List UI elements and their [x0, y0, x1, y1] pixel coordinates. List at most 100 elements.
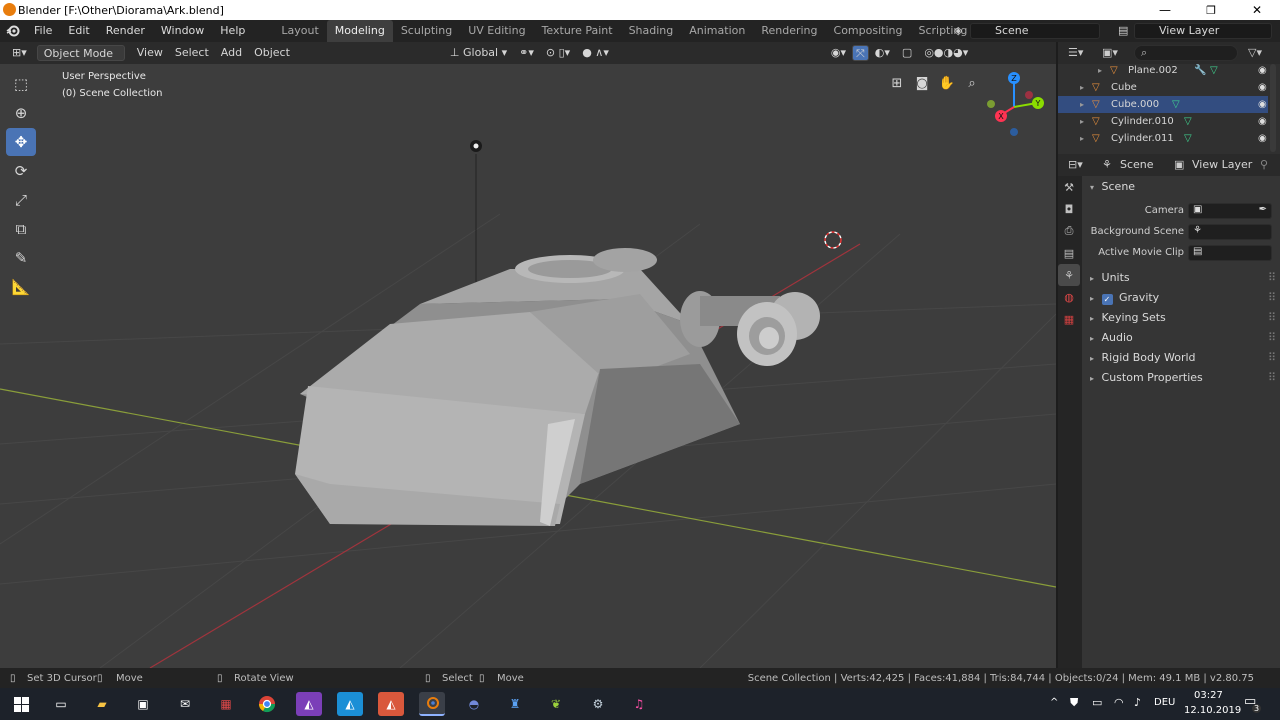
object-mode-dropdown[interactable]: Object Mode ▾: [36, 45, 125, 76]
visibility-eye-icon[interactable]: ◉: [1258, 113, 1267, 130]
discord-icon[interactable]: ◓: [461, 692, 487, 716]
view-layer-tab-icon[interactable]: ▤: [1058, 242, 1080, 264]
properties-editor-icon[interactable]: ⊟▾: [1068, 158, 1083, 171]
pivot-point-icon[interactable]: ⚭▾: [513, 45, 540, 61]
properties-scene-crumb[interactable]: Scene: [1120, 158, 1154, 171]
overlay-toggle-icon[interactable]: ◐▾: [869, 45, 896, 61]
rigid-body-world-panel-header[interactable]: ▸ Rigid Body World ⠿: [1090, 348, 1276, 368]
scene-properties-tab-icon[interactable]: ⚘: [1058, 264, 1080, 286]
transform-tool-icon[interactable]: ⧉: [6, 215, 36, 243]
store-icon[interactable]: ▣: [130, 692, 156, 716]
gravity-checkbox[interactable]: ✓: [1101, 294, 1113, 305]
output-tab-icon[interactable]: ⎙: [1058, 220, 1080, 242]
tray-security-icon[interactable]: ⛊: [1070, 696, 1078, 710]
grid-view-icon[interactable]: ⊞: [886, 72, 908, 94]
texture-tab-icon[interactable]: ▦: [1058, 308, 1080, 330]
view-layer-icon[interactable]: ▤: [1118, 24, 1128, 37]
units-panel-header[interactable]: ▸ Units ⠿: [1090, 268, 1276, 288]
drag-handle-icon[interactable]: ⠿: [1268, 328, 1276, 348]
camera-view-icon[interactable]: ◙: [911, 72, 933, 94]
scale-tool-icon[interactable]: ⤢: [6, 186, 36, 214]
tab-layout[interactable]: Layout: [273, 20, 326, 42]
shading-modes-icon[interactable]: ◎●◑◕▾: [918, 45, 974, 61]
tray-battery-icon[interactable]: ▭: [1092, 696, 1102, 709]
navigation-gizmo[interactable]: Z Y X: [985, 70, 1047, 140]
annotate-tool-icon[interactable]: ✎: [6, 244, 36, 272]
menu-help[interactable]: Help: [212, 20, 253, 42]
background-scene-field[interactable]: ⚘: [1188, 224, 1272, 240]
steam-icon[interactable]: ⚙: [585, 692, 611, 716]
xray-toggle-icon[interactable]: ▢: [896, 45, 918, 61]
drag-handle-icon[interactable]: ⠿: [1268, 308, 1276, 328]
tab-compositing[interactable]: Compositing: [826, 20, 911, 42]
gift-app-icon[interactable]: ▦: [213, 692, 239, 716]
keyboard-language[interactable]: DEU: [1154, 697, 1175, 708]
move-tool-icon[interactable]: ✥: [6, 128, 36, 156]
outliner-scrollbar[interactable]: [1270, 64, 1276, 152]
outliner-search-input[interactable]: ⌕: [1134, 45, 1238, 61]
viewport-menu-object[interactable]: Object: [248, 45, 296, 61]
snap-icon[interactable]: ⊙ ▯▾: [540, 45, 576, 61]
tool-tab-icon[interactable]: ⚒: [1058, 176, 1080, 198]
viewport-menu-select[interactable]: Select: [169, 45, 215, 61]
world-tab-icon[interactable]: ◍: [1058, 286, 1080, 308]
measure-tool-icon[interactable]: 📐: [6, 273, 36, 301]
display-mode-icon[interactable]: ▣▾: [1102, 46, 1118, 59]
vpn-app-icon[interactable]: ♜: [502, 692, 528, 716]
properties-view-layer-crumb[interactable]: View Layer: [1192, 158, 1252, 171]
transform-orientation-dropdown[interactable]: ⊥ Global ▾: [444, 45, 513, 61]
viewport-menu-view[interactable]: View: [131, 45, 169, 61]
itunes-icon[interactable]: ♫: [626, 692, 652, 716]
custom-properties-panel-header[interactable]: ▸ Custom Properties ⠿: [1090, 368, 1276, 388]
tab-sculpting[interactable]: Sculpting: [393, 20, 460, 42]
drag-handle-icon[interactable]: ⠿: [1268, 368, 1276, 388]
pan-hand-icon[interactable]: ✋: [936, 72, 958, 94]
razer-icon[interactable]: ❦: [543, 692, 569, 716]
visibility-eye-icon[interactable]: ◉: [1258, 79, 1267, 96]
blender-taskbar-icon[interactable]: [419, 692, 445, 716]
ark-ship-model[interactable]: [295, 248, 820, 526]
active-movie-clip-field[interactable]: ▤: [1188, 245, 1272, 261]
drag-handle-icon[interactable]: ⠿: [1268, 288, 1276, 308]
render-tab-icon[interactable]: ◘: [1058, 198, 1080, 220]
drag-handle-icon[interactable]: ⠿: [1268, 348, 1276, 368]
minimize-button[interactable]: —: [1142, 0, 1188, 20]
expand-arrow-icon[interactable]: ▸: [1080, 96, 1084, 113]
eyedropper-icon[interactable]: ✒: [1259, 204, 1267, 215]
clock-time[interactable]: 03:27: [1194, 690, 1223, 701]
outliner-editor-icon[interactable]: ☰▾: [1068, 46, 1083, 59]
tab-rendering[interactable]: Rendering: [753, 20, 825, 42]
tray-volume-icon[interactable]: ♪: [1134, 696, 1141, 709]
affinity-publisher-icon[interactable]: ◭: [378, 692, 404, 716]
scene-selector[interactable]: Scene: [970, 23, 1100, 39]
tray-wifi-icon[interactable]: ◠: [1114, 696, 1124, 709]
tab-uv-editing[interactable]: UV Editing: [460, 20, 533, 42]
menu-edit[interactable]: Edit: [60, 20, 97, 42]
proportional-edit-icon[interactable]: ● ∧▾: [576, 45, 615, 61]
task-view-icon[interactable]: ▭: [48, 692, 74, 716]
visibility-eye-icon[interactable]: ◉: [1258, 130, 1267, 147]
camera-field[interactable]: ▣ ✒: [1188, 203, 1272, 219]
tab-modeling[interactable]: Modeling: [326, 20, 393, 42]
gizmo-toggle-icon[interactable]: ⤧: [851, 45, 869, 61]
keying-sets-panel-header[interactable]: ▸ Keying Sets ⠿: [1090, 308, 1276, 328]
chrome-icon[interactable]: [254, 692, 280, 716]
outliner-item-plane-002[interactable]: ▸ ▽ Plane.002 🔧 ▽ ◉: [1058, 62, 1268, 79]
audio-panel-header[interactable]: ▸ Audio ⠿: [1090, 328, 1276, 348]
maximize-button[interactable]: ❐: [1188, 0, 1234, 20]
expand-arrow-icon[interactable]: ▸: [1080, 130, 1084, 147]
editor-type-icon[interactable]: ⊞▾: [6, 45, 33, 61]
tab-animation[interactable]: Animation: [681, 20, 753, 42]
drag-handle-icon[interactable]: ⠿: [1268, 268, 1276, 288]
pin-icon[interactable]: ⚲: [1260, 158, 1268, 171]
affinity-designer-icon[interactable]: ◭: [337, 692, 363, 716]
rotate-tool-icon[interactable]: ⟳: [6, 157, 36, 185]
close-button[interactable]: ✕: [1234, 0, 1280, 20]
windows-start-icon[interactable]: [8, 692, 34, 716]
menu-render[interactable]: Render: [98, 20, 153, 42]
affinity-photo-icon[interactable]: ◭: [296, 692, 322, 716]
tab-scripting[interactable]: Scripting: [910, 20, 975, 42]
outliner-item-cube-000[interactable]: ▸ ▽ Cube.000 ▽ ◉: [1058, 96, 1268, 113]
mail-icon[interactable]: ✉: [172, 692, 198, 716]
file-explorer-icon[interactable]: ▰: [89, 692, 115, 716]
